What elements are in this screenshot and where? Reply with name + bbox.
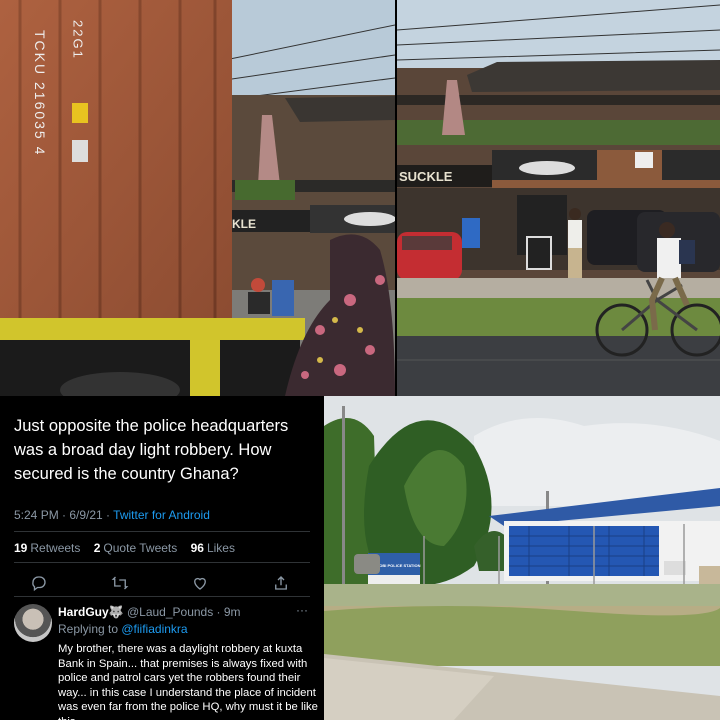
- tweet-client-link[interactable]: Twitter for Android: [113, 508, 210, 522]
- restaurant-sign-main: SUCKLE: [399, 169, 453, 184]
- quote-tweets-stat[interactable]: 2 Quote Tweets: [94, 541, 178, 555]
- reply-text: My brother, there was a daylight robbery…: [58, 643, 318, 720]
- reply-icon[interactable]: [30, 574, 48, 592]
- police-station-photo: ABOKOBI POLICE STATION: [324, 396, 720, 720]
- tweet-stats: 19 Retweets 2 Quote Tweets 96 Likes: [14, 541, 245, 555]
- photo-collage: KLE TCKU 216035 4 22G1 SUCKLE Just oppos…: [0, 0, 720, 720]
- more-options-icon[interactable]: ···: [296, 603, 308, 617]
- tweet-actions: [30, 574, 290, 592]
- likes-stat[interactable]: 96 Likes: [191, 541, 235, 555]
- restaurant-scene: SUCKLE: [397, 0, 720, 396]
- reply-author-handle: @Laud_Pounds · 9m: [126, 605, 241, 619]
- divider: [14, 596, 310, 597]
- street-container-photo: KLE TCKU 216035 4 22G1: [0, 0, 395, 396]
- street-scene: KLE TCKU 216035 4 22G1: [0, 0, 395, 396]
- like-icon[interactable]: [191, 574, 209, 592]
- reply-header: HardGuy🐺 @Laud_Pounds · 9m ···: [58, 603, 308, 619]
- container-code: TCKU 216035 4: [32, 30, 48, 156]
- restaurant-sign: KLE: [232, 217, 256, 231]
- police-station-scene: ABOKOBI POLICE STATION: [324, 396, 720, 720]
- retweets-stat[interactable]: 19 Retweets: [14, 541, 80, 555]
- container-code-2: 22G1: [71, 20, 86, 60]
- divider: [14, 562, 310, 563]
- replying-to-handle[interactable]: @fiifiadinkra: [121, 622, 187, 636]
- tweet-time: 5:24 PM · 6/9/21 ·: [14, 508, 114, 522]
- tweet-timestamp: 5:24 PM · 6/9/21 · Twitter for Android: [14, 508, 210, 522]
- avatar[interactable]: [14, 604, 52, 642]
- share-icon[interactable]: [272, 574, 290, 592]
- tweet-text: Just opposite the police headquarters wa…: [14, 417, 289, 483]
- restaurant-cyclist-photo: SUCKLE: [397, 0, 720, 396]
- replying-to: Replying to @fiifiadinkra: [58, 622, 188, 636]
- reply-author-name[interactable]: HardGuy🐺: [58, 605, 124, 619]
- divider: [14, 531, 310, 532]
- retweet-icon[interactable]: [111, 574, 129, 592]
- tweet-screenshot: Just opposite the police headquarters wa…: [0, 396, 324, 720]
